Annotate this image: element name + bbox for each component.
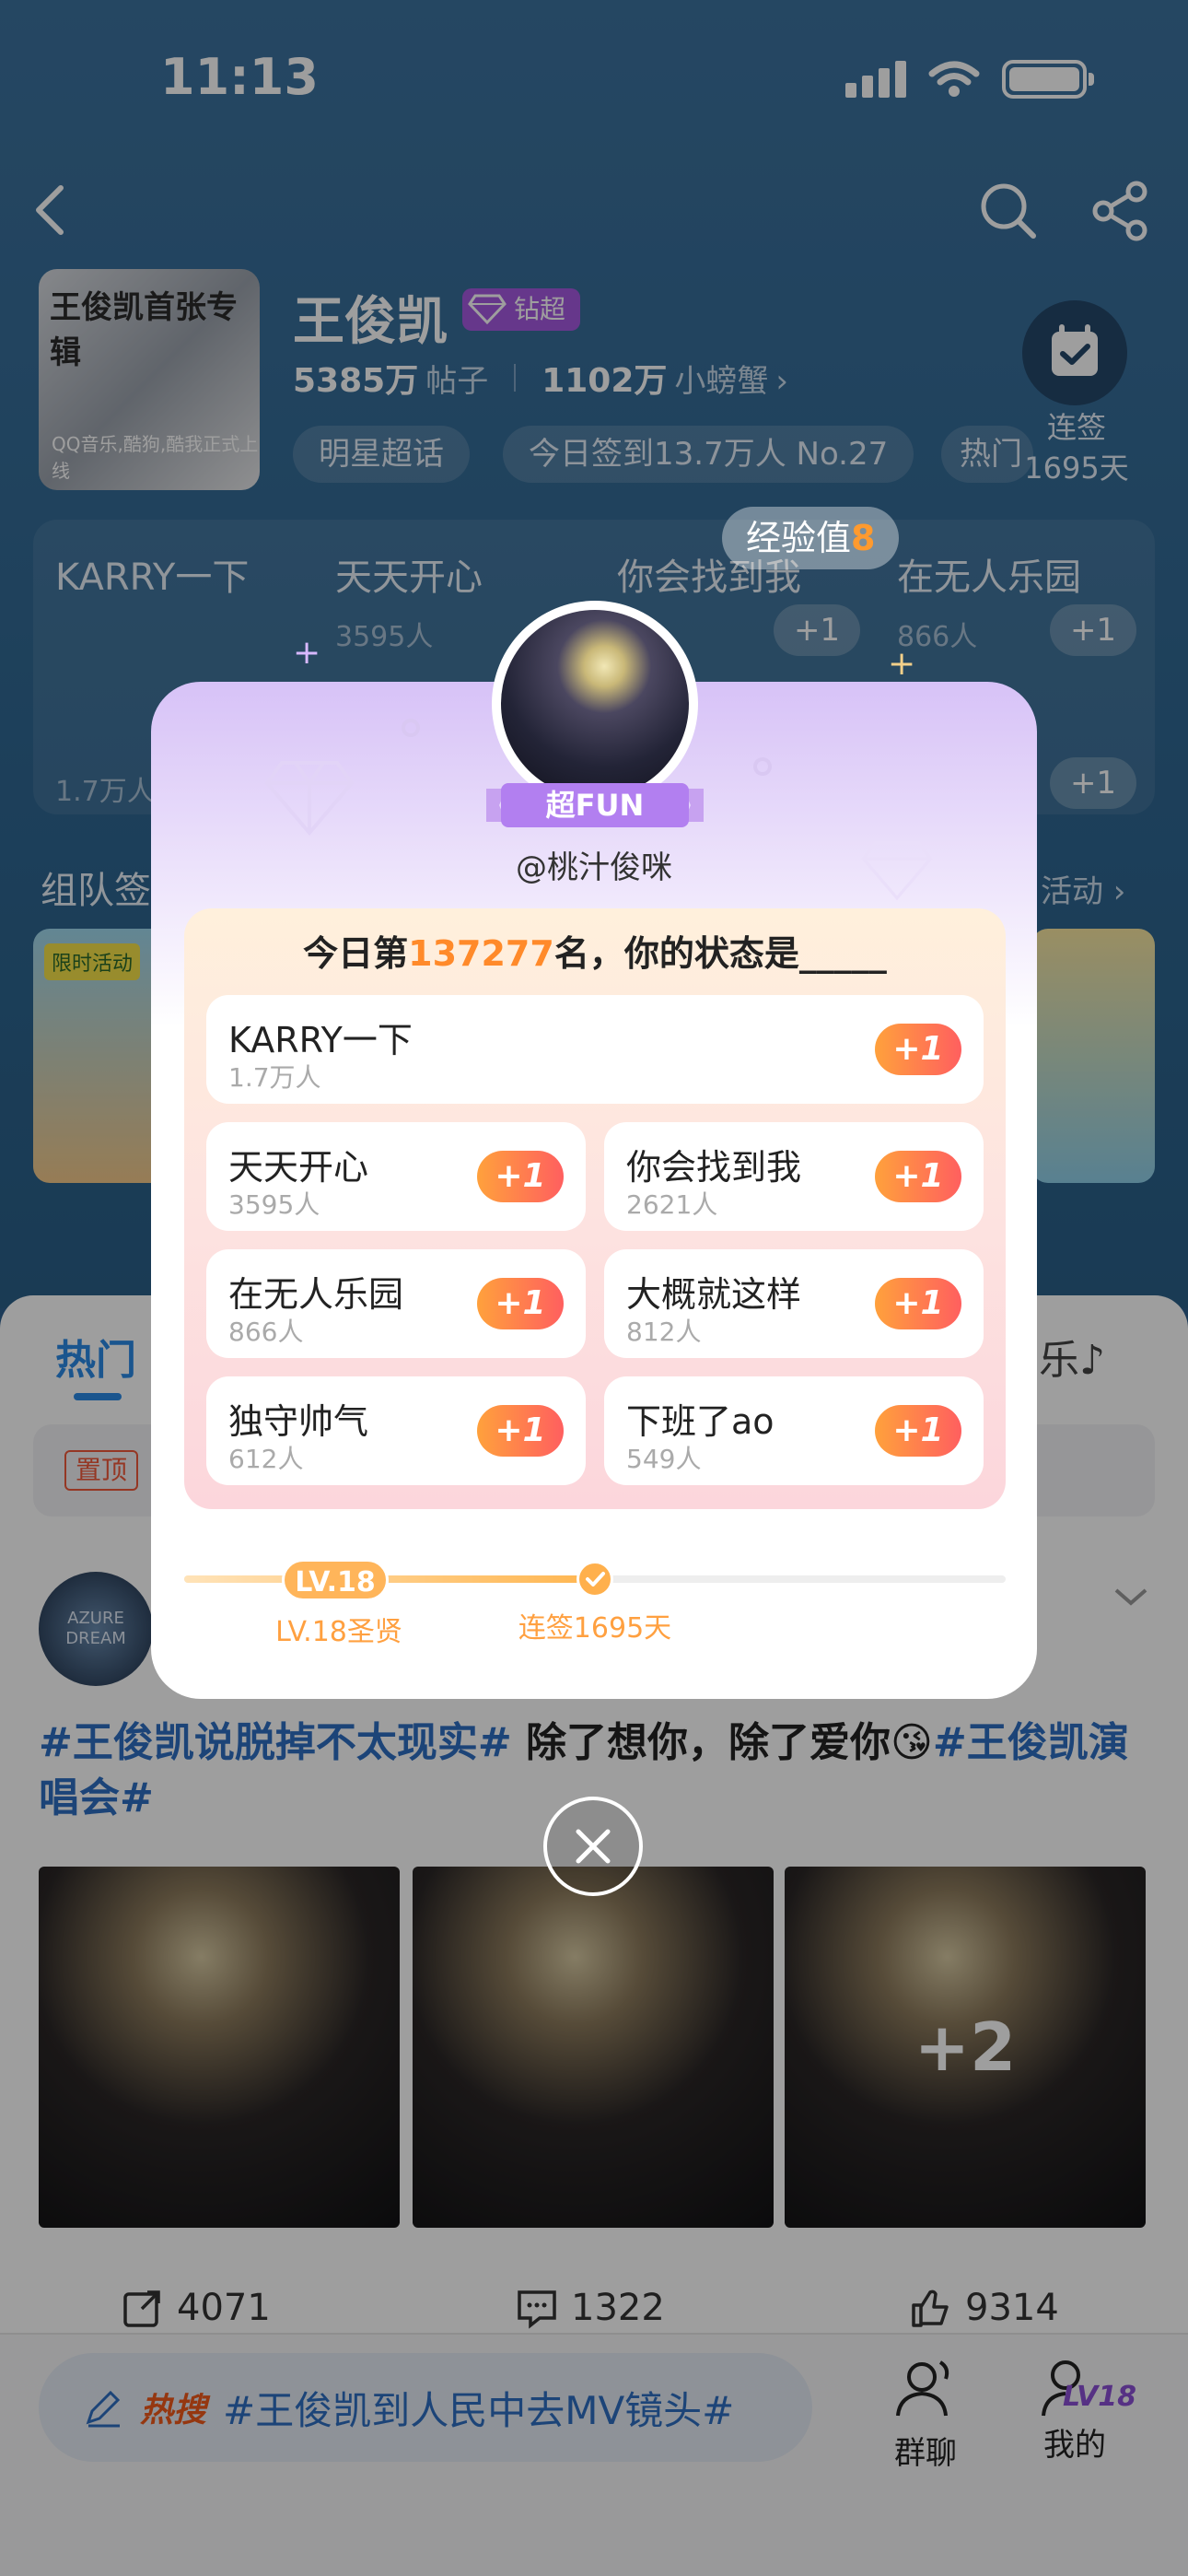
streak-check-icon xyxy=(577,1561,613,1598)
rank-title: 今日第137277名，你的状态是_____ xyxy=(184,925,1006,976)
close-button[interactable] xyxy=(543,1797,643,1896)
option-count: 2621人 xyxy=(626,1189,718,1220)
username: @桃汁俊咪 xyxy=(516,849,672,886)
plus-one-button[interactable]: +1 xyxy=(477,1278,564,1329)
status-option-karry[interactable]: KARRY一下 1.7万人 +1 xyxy=(206,995,984,1104)
sparkle-icon: + xyxy=(293,634,321,672)
plus-one-button[interactable]: +1 xyxy=(875,1405,961,1457)
option-name: 下班了ao xyxy=(626,1401,775,1442)
level-progress-fill xyxy=(184,1575,595,1583)
option-name: KARRY一下 xyxy=(228,1020,413,1060)
option-name: 天天开心 xyxy=(228,1147,369,1188)
status-option-probably[interactable]: 大概就这样 812人 +1 xyxy=(604,1249,984,1358)
option-count: 812人 xyxy=(626,1317,702,1347)
user-avatar[interactable] xyxy=(501,610,689,798)
status-option-happy[interactable]: 天天开心 3595人 +1 xyxy=(206,1122,586,1231)
option-name: 大概就这样 xyxy=(626,1274,802,1315)
plus-one-button[interactable]: +1 xyxy=(477,1151,564,1202)
close-icon xyxy=(576,1829,611,1864)
status-option-handsome[interactable]: 独守帅气 612人 +1 xyxy=(206,1376,586,1485)
status-option-off-work[interactable]: 下班了ao 549人 +1 xyxy=(604,1376,984,1485)
option-name: 你会找到我 xyxy=(626,1147,802,1188)
rank-number: 137277 xyxy=(408,933,554,974)
streak-caption: 连签1695天 xyxy=(518,1612,672,1645)
status-option-paradise[interactable]: 在无人乐园 866人 +1 xyxy=(206,1249,586,1358)
status-option-find-me[interactable]: 你会找到我 2621人 +1 xyxy=(604,1122,984,1231)
exp-value: 8 xyxy=(851,518,876,558)
decorative-dot xyxy=(402,719,420,737)
option-count: 1.7万人 xyxy=(228,1062,321,1093)
sparkle-icon: + xyxy=(888,645,916,683)
plus-one-button[interactable]: +1 xyxy=(875,1151,961,1202)
option-name: 独守帅气 xyxy=(228,1401,369,1442)
level-caption: LV.18圣贤 xyxy=(275,1616,402,1648)
experience-gain-pill: 经验值8 xyxy=(722,507,900,569)
option-count: 3595人 xyxy=(228,1189,320,1220)
option-count: 866人 xyxy=(228,1317,304,1347)
option-count: 549人 xyxy=(626,1444,702,1474)
level-pill: LV.18 xyxy=(282,1559,389,1601)
plus-one-button[interactable]: +1 xyxy=(875,1024,961,1075)
plus-one-button[interactable]: +1 xyxy=(875,1278,961,1329)
rank-suffix: 名，你的状态是_____ xyxy=(553,933,887,974)
fun-badge: 超FUN xyxy=(545,788,645,823)
plus-one-button[interactable]: +1 xyxy=(477,1405,564,1457)
option-name: 在无人乐园 xyxy=(228,1274,404,1315)
decorative-dot xyxy=(753,757,772,776)
option-count: 612人 xyxy=(228,1444,304,1474)
rank-prefix: 今日第 xyxy=(303,933,409,974)
decorative-diamond-icon xyxy=(264,761,355,837)
exp-label: 经验值 xyxy=(746,518,852,558)
